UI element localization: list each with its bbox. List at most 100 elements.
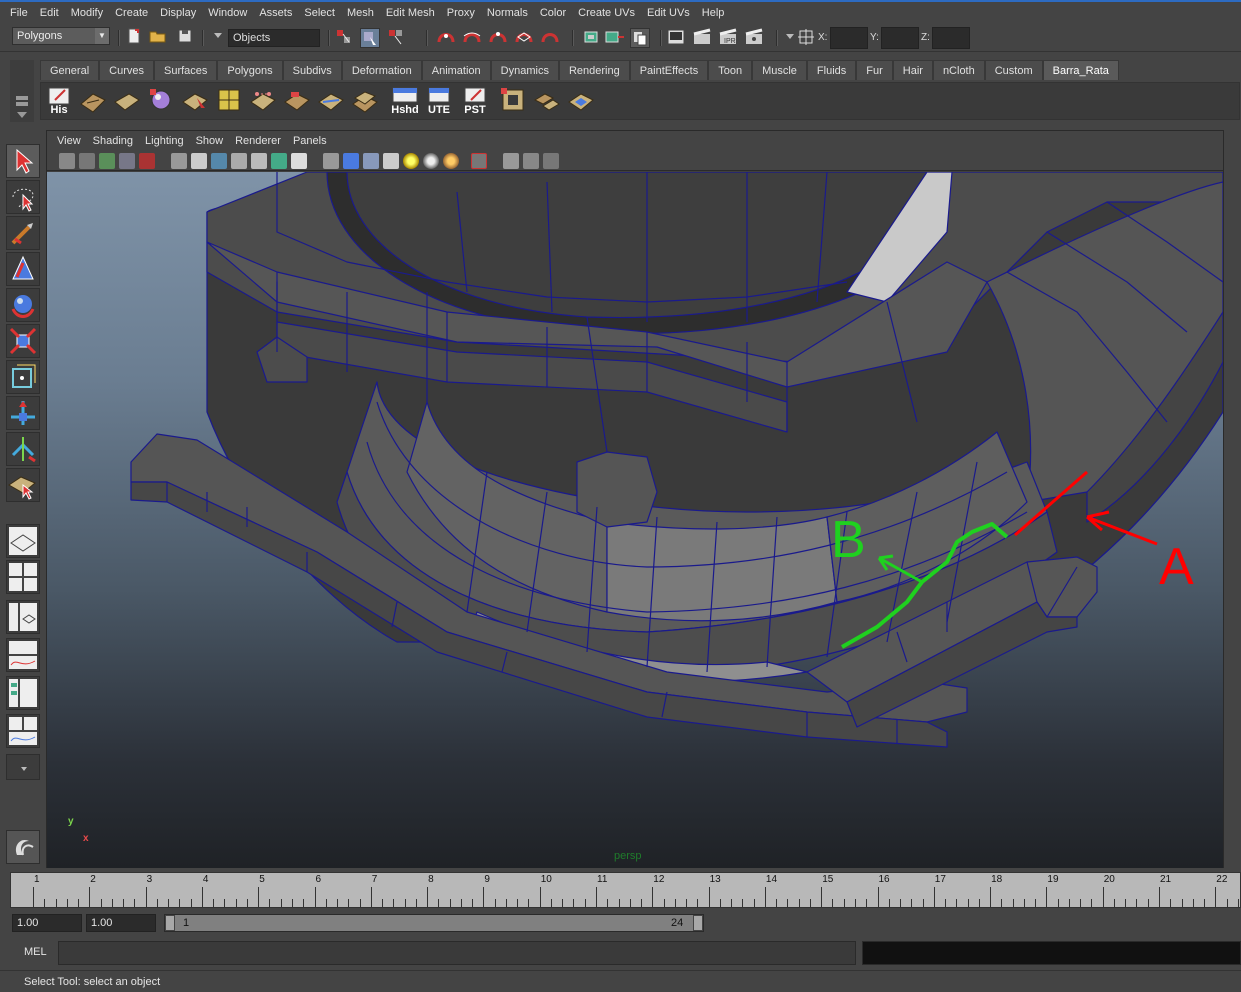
selection-mode-field[interactable]: Objects [228,29,320,47]
snap-point-icon[interactable] [488,28,508,48]
shelf-tab-fluids[interactable]: Fluids [806,60,857,80]
menu-edit-uvs[interactable]: Edit UVs [641,7,696,19]
smooth-shade-icon[interactable] [343,153,359,169]
ute-button[interactable]: UTE [425,86,453,116]
menu-file[interactable]: File [4,7,34,19]
new-scene-icon[interactable] [124,28,144,48]
x-field[interactable] [830,27,868,49]
persp-outliner-graph-layout-icon[interactable] [6,714,40,748]
shelf-tab-animation[interactable]: Animation [421,60,491,80]
shelf-tab-rendering[interactable]: Rendering [558,60,630,80]
menu-color[interactable]: Color [534,7,572,19]
shelf-frame-tool-icon[interactable] [499,86,527,116]
default-light-icon[interactable] [403,153,419,169]
open-scene-icon[interactable] [148,28,168,48]
shelf-tab-muscle[interactable]: Muscle [752,60,807,80]
layout-more-button[interactable] [6,754,40,780]
shelf-tab-custom[interactable]: Custom [984,60,1043,80]
show-manipulator-icon[interactable] [6,360,40,394]
wireframe-on-shaded-icon[interactable] [363,153,379,169]
menu-display[interactable]: Display [154,7,202,19]
history-script-icon[interactable]: His [45,86,73,116]
menu-mesh[interactable]: Mesh [341,7,380,19]
outliner-persp-layout-icon[interactable] [6,600,40,634]
grid-toggle-icon[interactable] [171,153,187,169]
construction-history-icon[interactable] [604,28,626,48]
bookmarks-icon[interactable] [99,153,115,169]
hshd-button[interactable]: Hshd [389,86,421,116]
film-gate-icon[interactable] [191,153,207,169]
shelf-tab-fur[interactable]: Fur [856,60,893,80]
render-settings-icon[interactable] [744,28,764,48]
shelf-menu-handle[interactable] [10,60,34,122]
shelf-tab-curves[interactable]: Curves [99,60,154,80]
shelf-grid-tool-icon[interactable] [215,86,243,116]
select-hierarchy-icon[interactable] [334,28,354,48]
xray-joints-icon[interactable] [523,153,539,169]
select-tool-icon[interactable] [6,144,40,178]
gate-mask-icon[interactable] [231,153,247,169]
panel-menu-renderer[interactable]: Renderer [229,135,287,147]
field-chart-icon[interactable] [251,153,267,169]
shelf-tab-surfaces[interactable]: Surfaces [153,60,218,80]
input-output-icon[interactable] [582,28,602,48]
shelf-tab-deformation[interactable]: Deformation [341,60,422,80]
texture-icon[interactable] [383,153,399,169]
command-language-label[interactable]: MEL [24,946,47,958]
shelf-extrude-tool-icon[interactable] [181,86,209,116]
shelf-bevel-tool-icon[interactable] [283,86,311,116]
four-view-layout-icon[interactable] [6,560,40,594]
shelf-sphere-tool-icon[interactable] [147,86,175,116]
shelf-split-tool-icon[interactable] [249,86,277,116]
xray-icon[interactable] [503,153,519,169]
menuset-dropdown[interactable]: Polygons ▼ [12,27,110,45]
last-tool-icon[interactable] [6,468,40,502]
pst-button[interactable]: PST [461,86,489,116]
hypershade-persp-layout-icon[interactable] [6,676,40,710]
shelf-tab-dynamics[interactable]: Dynamics [490,60,559,80]
all-lights-icon[interactable] [423,153,439,169]
select-object-icon[interactable] [360,28,380,48]
move-tool-icon[interactable] [6,396,40,430]
shelf-uv-tool-icon[interactable] [567,86,595,116]
shelf-tab-painteffects[interactable]: PaintEffects [629,60,709,80]
render-view-icon[interactable] [666,28,686,48]
ipr-render-icon[interactable]: IPR [718,28,738,48]
rotate-tool-icon[interactable] [6,288,40,322]
shelf-stack-tool-icon[interactable] [351,86,379,116]
shelf-tiles-tool-icon[interactable] [533,86,561,116]
menu-create[interactable]: Create [109,7,154,19]
z-field[interactable] [932,27,970,49]
snap-grid-icon[interactable] [436,28,456,48]
safe-action-icon[interactable] [271,153,287,169]
shelf-tab-toon[interactable]: Toon [708,60,753,80]
share-view-icon[interactable] [543,153,559,169]
shelf-plane-tool-icon[interactable] [113,86,141,116]
panel-menu-show[interactable]: Show [190,135,230,147]
selection-mask-icon[interactable] [208,28,228,48]
command-input[interactable] [58,941,856,965]
menu-select[interactable]: Select [298,7,341,19]
time-slider[interactable]: 1 2 3 4 5 6 7 8 9 10 11 12 13 14 15 16 17 18 19 20 21 22 [10,872,1241,908]
paint-select-tool-icon[interactable] [6,216,40,250]
wireframe-icon[interactable] [323,153,339,169]
lasso-tool-icon[interactable] [6,180,40,214]
absolute-transform-icon[interactable] [796,28,816,48]
menu-modify[interactable]: Modify [65,7,109,19]
range-start-handle[interactable] [165,915,175,931]
y-field[interactable] [881,27,919,49]
shelf-tab-hair[interactable]: Hair [892,60,933,80]
resolution-gate-icon[interactable] [211,153,227,169]
menu-help[interactable]: Help [696,7,731,19]
single-perspective-layout-icon[interactable] [6,524,40,558]
shelf-poly-tool-icon[interactable] [79,86,107,116]
two-d-pan-zoom-icon[interactable] [139,153,155,169]
scale-tool-icon[interactable] [6,324,40,358]
menu-edit[interactable]: Edit [34,7,65,19]
menu-proxy[interactable]: Proxy [441,7,481,19]
start-time-field[interactable]: 1.00 [12,914,82,932]
select-component-icon[interactable] [386,28,406,48]
range-end-handle[interactable] [693,915,703,931]
menu-normals[interactable]: Normals [481,7,534,19]
menu-edit-mesh[interactable]: Edit Mesh [380,7,441,19]
